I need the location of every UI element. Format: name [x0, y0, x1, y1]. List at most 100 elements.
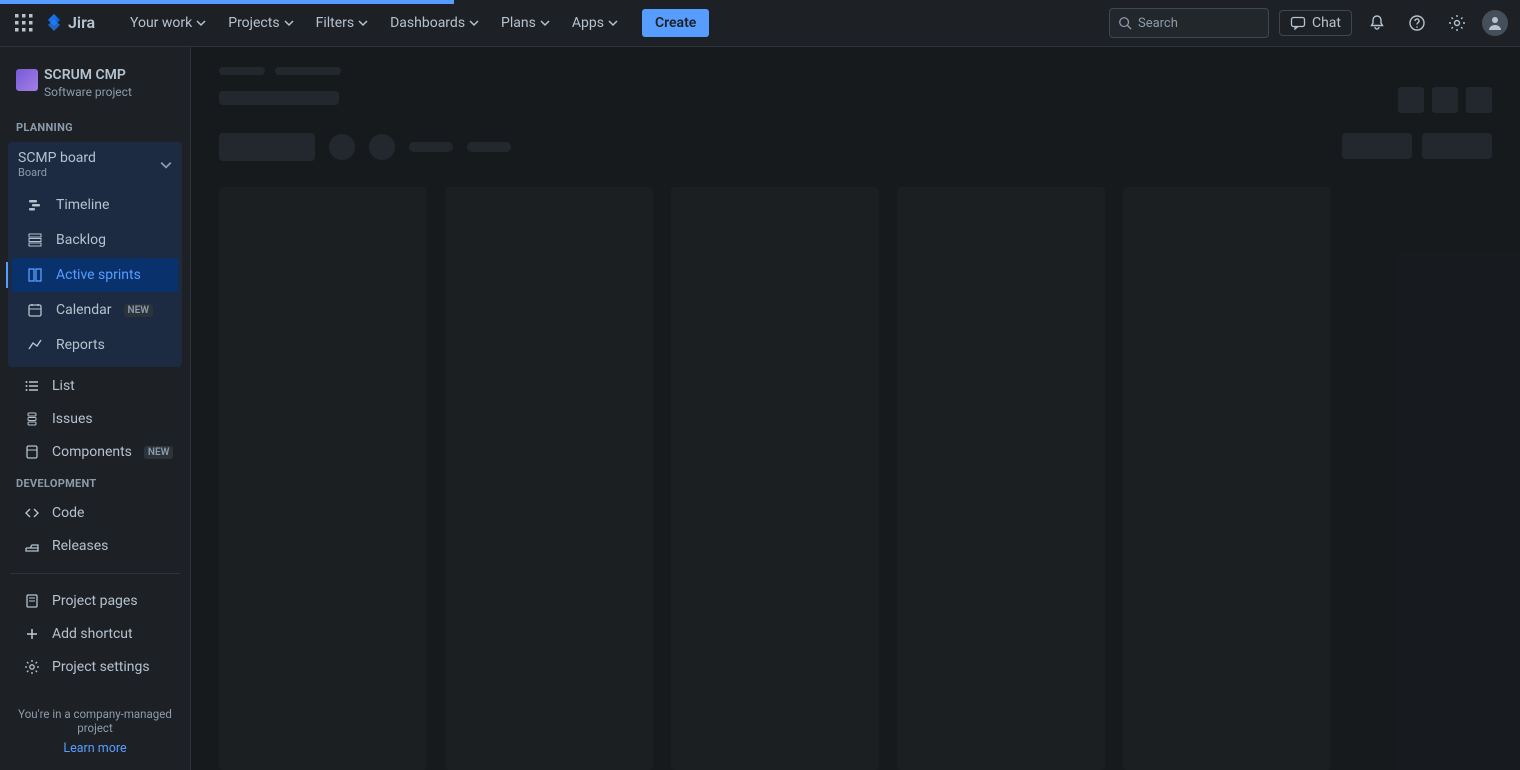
- sidebar-item-timeline[interactable]: Timeline: [12, 188, 178, 222]
- profile-button[interactable]: [1482, 10, 1508, 36]
- sidebar-item-label: Active sprints: [56, 267, 141, 283]
- nav-label: Apps: [572, 15, 604, 31]
- toolbar-right-skeleton: [1342, 133, 1492, 159]
- jira-logo[interactable]: Jira: [44, 12, 104, 34]
- nav-your-work[interactable]: Your work: [122, 9, 214, 37]
- new-badge: NEW: [124, 304, 154, 317]
- sidebar-item-code[interactable]: Code: [6, 497, 184, 529]
- notifications-button[interactable]: [1362, 8, 1392, 38]
- nav-apps[interactable]: Apps: [564, 9, 626, 37]
- sidebar-item-project-settings[interactable]: Project settings: [6, 651, 184, 683]
- top-navigation: Jira Your work Projects Filters Dashboar…: [0, 0, 1520, 47]
- chat-label: Chat: [1312, 15, 1341, 31]
- column-skeleton: [897, 187, 1105, 770]
- chevron-down-icon: [540, 18, 550, 28]
- nav-label: Filters: [316, 15, 355, 31]
- sidebar-item-label: Code: [52, 505, 84, 521]
- sidebar-item-calendar[interactable]: Calendar NEW: [12, 293, 178, 327]
- project-name: SCRUM CMP: [44, 67, 174, 83]
- column-skeleton: [1123, 187, 1331, 770]
- reports-icon: [26, 336, 44, 354]
- sidebar-item-list[interactable]: List: [6, 370, 184, 402]
- sidebar-item-reports[interactable]: Reports: [12, 328, 178, 362]
- sidebar-item-releases[interactable]: Releases: [6, 530, 184, 562]
- board-columns-skeleton: [219, 187, 1492, 770]
- main-content-loading: [191, 47, 1520, 770]
- nav-label: Projects: [228, 15, 279, 31]
- app-switcher-icon[interactable]: [12, 11, 36, 35]
- issues-icon: [24, 411, 40, 427]
- sidebar-item-issues[interactable]: Issues: [6, 403, 184, 435]
- components-icon: [24, 444, 40, 460]
- column-skeleton: [671, 187, 879, 770]
- sidebar-item-active-sprints[interactable]: Active sprints: [12, 258, 178, 292]
- help-icon: [1408, 14, 1426, 32]
- svg-text:Jira: Jira: [68, 13, 95, 32]
- sidebar-item-label: Backlog: [56, 232, 106, 248]
- sidebar-item-label: Timeline: [56, 197, 109, 213]
- sidebar-item-backlog[interactable]: Backlog: [12, 223, 178, 257]
- nav-label: Dashboards: [390, 15, 465, 31]
- sidebar-item-label: Add shortcut: [52, 626, 133, 642]
- project-avatar: [16, 69, 38, 91]
- chevron-down-icon: [160, 159, 172, 171]
- footer-message: You're in a company-managed project: [10, 707, 180, 735]
- list-icon: [24, 378, 40, 394]
- gear-icon: [1448, 14, 1466, 32]
- page-icon: [24, 593, 40, 609]
- chat-button[interactable]: Chat: [1279, 10, 1352, 36]
- settings-button[interactable]: [1442, 8, 1472, 38]
- column-skeleton: [219, 187, 427, 770]
- learn-more-link[interactable]: Learn more: [10, 741, 180, 756]
- user-icon: [1487, 15, 1503, 31]
- project-header[interactable]: SCRUM CMP Software project: [0, 47, 190, 113]
- sidebar-item-label: List: [52, 378, 75, 394]
- sidebar-item-components[interactable]: Components NEW: [6, 436, 184, 468]
- help-button[interactable]: [1402, 8, 1432, 38]
- sidebar-item-label: Issues: [52, 411, 93, 427]
- board-title: SCMP board: [18, 150, 160, 166]
- new-badge: NEW: [144, 446, 174, 459]
- releases-icon: [24, 538, 40, 554]
- loading-progress-bar: [0, 0, 454, 4]
- sidebar-item-label: Project pages: [52, 593, 138, 609]
- sidebar-item-project-pages[interactable]: Project pages: [6, 585, 184, 617]
- sidebar-item-label: Project settings: [52, 659, 150, 675]
- sidebar-item-add-shortcut[interactable]: Add shortcut: [6, 618, 184, 650]
- board-group: SCMP board Board Timeline Backlog Active…: [8, 142, 182, 367]
- sidebar-item-label: Calendar: [56, 302, 112, 318]
- chevron-down-icon: [358, 18, 368, 28]
- title-skeleton: [219, 91, 339, 105]
- nav-filters[interactable]: Filters: [308, 9, 377, 37]
- topnav-right: Search Chat: [1109, 8, 1508, 38]
- bell-icon: [1368, 14, 1386, 32]
- chevron-down-icon: [469, 18, 479, 28]
- nav-items: Your work Projects Filters Dashboards Pl…: [122, 9, 709, 37]
- settings-icon: [24, 659, 40, 675]
- nav-label: Plans: [501, 15, 536, 31]
- calendar-icon: [26, 301, 44, 319]
- chevron-down-icon: [284, 18, 294, 28]
- sidebar: SCRUM CMP Software project PLANNING SCMP…: [0, 47, 191, 770]
- column-skeleton: [445, 187, 653, 770]
- add-icon: [24, 626, 40, 642]
- nav-plans[interactable]: Plans: [493, 9, 558, 37]
- board-subtitle: Board: [18, 166, 160, 179]
- board-icon: [26, 266, 44, 284]
- nav-dashboards[interactable]: Dashboards: [382, 9, 487, 37]
- nav-projects[interactable]: Projects: [220, 9, 301, 37]
- create-button[interactable]: Create: [642, 9, 709, 37]
- board-selector[interactable]: SCMP board Board: [8, 142, 182, 187]
- chevron-down-icon: [196, 18, 206, 28]
- chat-icon: [1290, 15, 1306, 31]
- search-placeholder: Search: [1138, 16, 1178, 31]
- sidebar-item-label: Reports: [56, 337, 105, 353]
- code-icon: [24, 505, 40, 521]
- search-input[interactable]: Search: [1109, 8, 1269, 38]
- breadcrumb-skeleton: [219, 67, 341, 75]
- sidebar-item-label: Components: [52, 444, 132, 460]
- search-icon: [1118, 16, 1132, 30]
- nav-label: Your work: [130, 15, 192, 31]
- section-development: DEVELOPMENT: [0, 469, 190, 496]
- action-buttons-skeleton: [1398, 87, 1492, 113]
